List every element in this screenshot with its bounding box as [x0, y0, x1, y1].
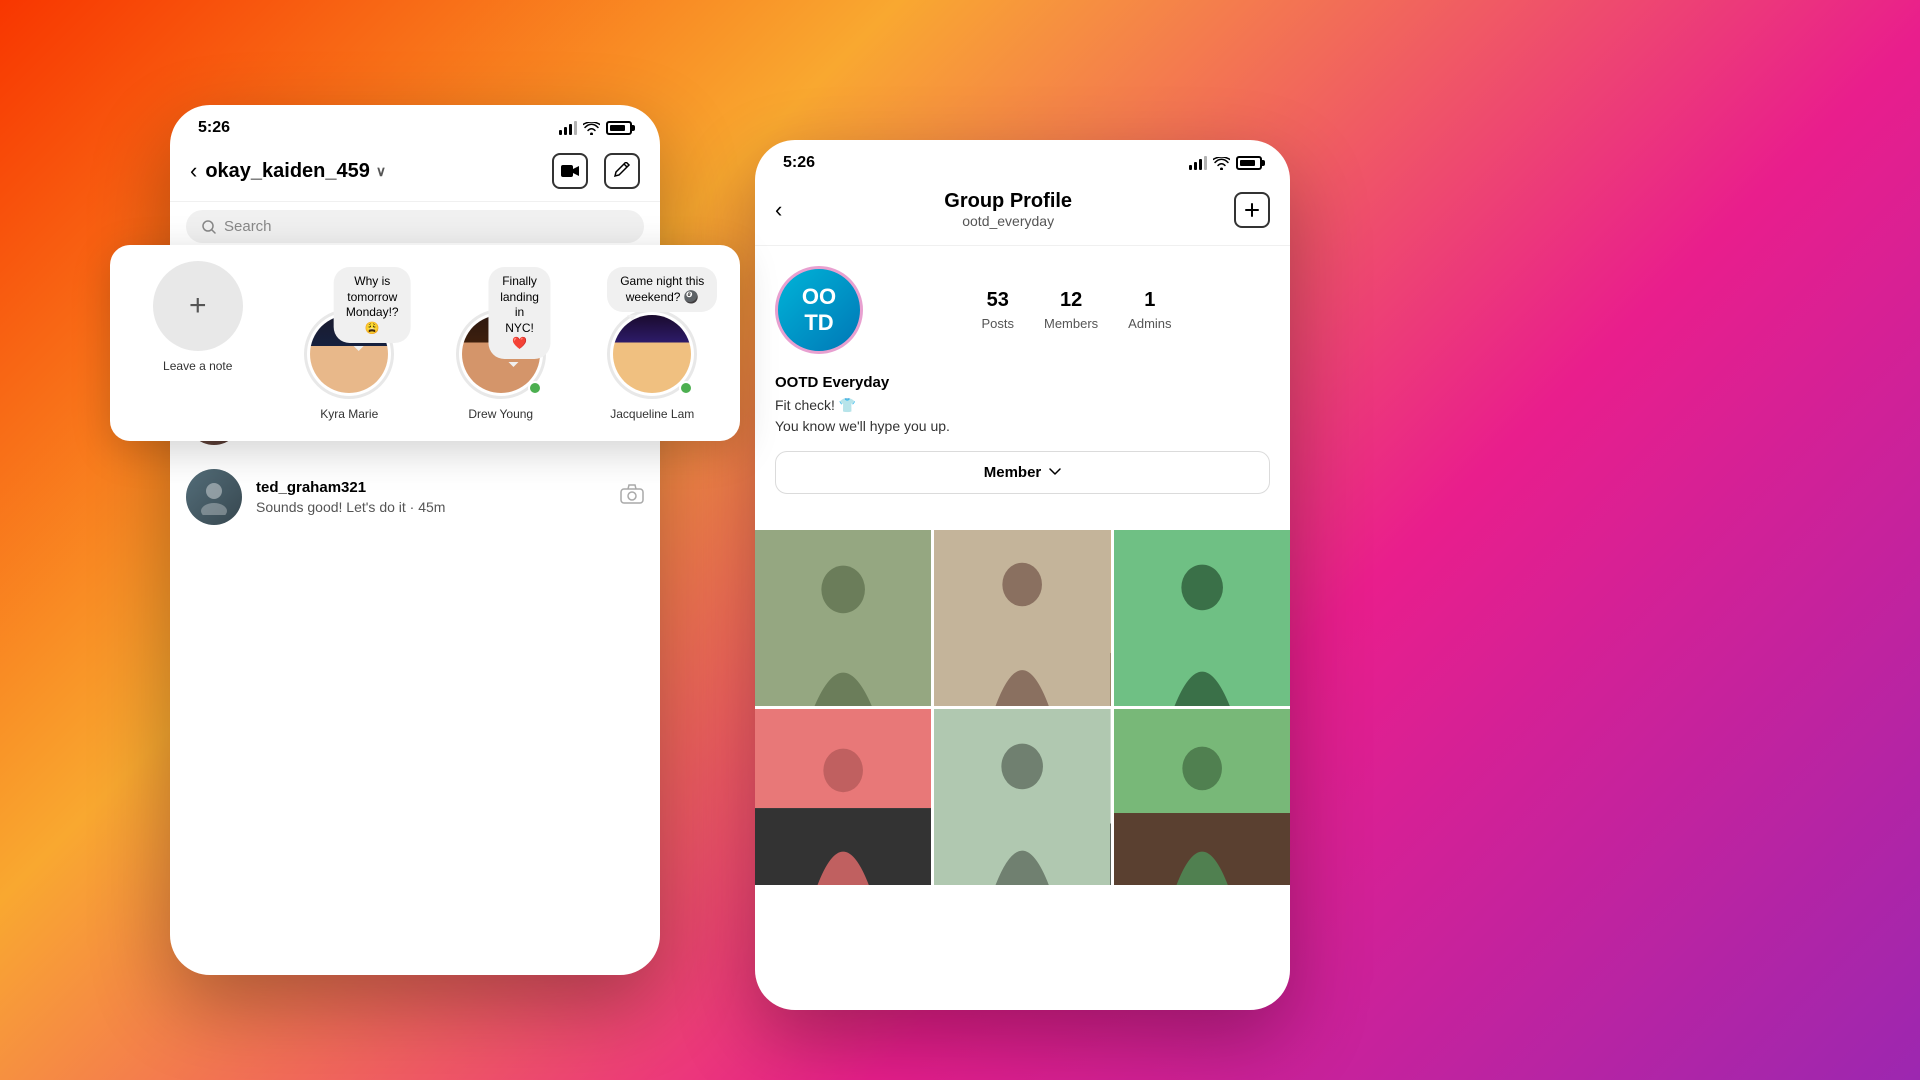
left-phone: 5:26 ‹ okay_kaiden_459 ∨ — [170, 105, 660, 975]
group-info-row: OOTD 53 Posts 12 Members 1 Admins — [775, 266, 1270, 354]
status-bar-left: 5:26 — [170, 105, 660, 145]
message-right — [620, 484, 644, 510]
photo-cell[interactable] — [1114, 709, 1290, 885]
time-left: 5:26 — [198, 119, 230, 137]
group-desc-line2: You know we'll hype you up. — [775, 416, 1270, 437]
story-item-drew[interactable]: Finally landing in NYC! ❤️ Drew Young — [431, 261, 571, 421]
kyra-note-bubble: Why is tomorrow Monday!? 😩 — [334, 267, 411, 343]
back-button-right[interactable]: ‹ — [775, 197, 782, 223]
message-preview: Sounds good! Let's do it · 45m — [256, 499, 606, 515]
battery-icon — [606, 121, 632, 135]
signal-icon — [1189, 156, 1207, 170]
admins-label: Admins — [1128, 316, 1171, 331]
right-phone: 5:26 ‹ Group Profile ootd_everyday — [755, 140, 1290, 1010]
signal-icon — [559, 121, 577, 135]
group-stats: 53 Posts 12 Members 1 Admins — [883, 289, 1270, 331]
group-profile-section: OOTD 53 Posts 12 Members 1 Admins OOTD E… — [755, 246, 1290, 530]
wifi-icon — [1213, 157, 1230, 170]
search-input[interactable]: Search — [186, 210, 644, 243]
posts-label: Posts — [981, 316, 1014, 331]
story-item-kyra[interactable]: Why is tomorrow Monday!? 😩 Kyra Marie — [280, 261, 420, 421]
group-description: OOTD Everyday Fit check! 👕 You know we'l… — [775, 372, 1270, 437]
photo-cell[interactable] — [755, 530, 931, 706]
story-label-jacqueline: Jacqueline Lam — [610, 407, 694, 421]
online-indicator — [528, 381, 542, 395]
stat-admins: 1 Admins — [1128, 289, 1171, 331]
wifi-icon — [583, 122, 600, 135]
status-bar-right: 5:26 — [755, 140, 1290, 180]
group-avatar: OOTD — [775, 266, 863, 354]
online-indicator — [679, 381, 693, 395]
status-icons-left — [559, 121, 632, 135]
video-call-button[interactable] — [552, 153, 588, 189]
stat-members: 12 Members — [1044, 289, 1098, 331]
group-header: ‹ Group Profile ootd_everyday — [755, 180, 1290, 246]
camera-icon[interactable] — [620, 484, 644, 510]
story-label-kyra: Kyra Marie — [320, 407, 378, 421]
jacqueline-avatar-wrap: Game night this weekend? 🎱 — [607, 309, 697, 399]
group-name: OOTD Everyday — [775, 372, 1270, 395]
plus-icon: + — [189, 289, 207, 323]
edit-button[interactable] — [604, 153, 640, 189]
chat-header: ‹ okay_kaiden_459 ∨ — [170, 145, 660, 202]
group-desc-line1: Fit check! 👕 — [775, 395, 1270, 416]
jacqueline-avatar-inner — [613, 315, 691, 393]
group-profile-title: Group Profile — [944, 190, 1072, 213]
time-right: 5:26 — [783, 154, 815, 172]
member-button-label: Member — [984, 464, 1042, 481]
self-avatar-wrap: + — [153, 261, 243, 351]
back-button[interactable]: ‹ — [190, 158, 197, 184]
jacqueline-note-bubble: Game night this weekend? 🎱 — [607, 267, 717, 312]
drew-avatar-wrap: Finally landing in NYC! ❤️ — [456, 309, 546, 399]
message-item[interactable]: ted_graham321 Sounds good! Let's do it ·… — [186, 457, 644, 537]
search-placeholder: Search — [224, 218, 272, 235]
stories-overlay: + Leave a note Why is tomorrow Monday!? … — [110, 245, 740, 441]
photo-grid — [755, 530, 1290, 886]
photo-cell[interactable] — [934, 530, 1110, 706]
members-label: Members — [1044, 316, 1098, 331]
kyra-avatar-wrap: Why is tomorrow Monday!? 😩 — [304, 309, 394, 399]
story-item-self[interactable]: + Leave a note — [128, 261, 268, 373]
member-button[interactable]: Member — [775, 451, 1270, 494]
header-icons — [552, 153, 640, 189]
photo-cell[interactable] — [934, 709, 1110, 885]
group-subtitle: ootd_everyday — [944, 213, 1072, 229]
chat-username[interactable]: okay_kaiden_459 ∨ — [205, 160, 386, 183]
members-count: 12 — [1060, 289, 1082, 312]
photo-cell[interactable] — [1114, 530, 1290, 706]
status-icons-right — [1189, 156, 1262, 170]
group-title-wrap: Group Profile ootd_everyday — [944, 190, 1072, 229]
message-username: ted_graham321 — [256, 479, 606, 496]
story-label-drew: Drew Young — [468, 407, 533, 421]
photo-cell[interactable] — [755, 709, 931, 885]
header-left: ‹ okay_kaiden_459 ∨ — [190, 158, 386, 184]
stories-row: + Leave a note Why is tomorrow Monday!? … — [128, 261, 722, 421]
avatar — [186, 469, 242, 525]
add-button[interactable] — [1234, 192, 1270, 228]
battery-icon — [1236, 156, 1262, 170]
admins-count: 1 — [1144, 289, 1155, 312]
add-note-circle[interactable]: + — [153, 261, 243, 351]
posts-count: 53 — [987, 289, 1009, 312]
drew-note-bubble: Finally landing in NYC! ❤️ — [488, 267, 551, 359]
story-label-self: Leave a note — [163, 359, 232, 373]
chevron-down-icon: ∨ — [376, 163, 386, 180]
story-item-jacqueline[interactable]: Game night this weekend? 🎱 Jacqueline La… — [583, 261, 723, 421]
stat-posts: 53 Posts — [981, 289, 1014, 331]
message-content: ted_graham321 Sounds good! Let's do it ·… — [256, 479, 606, 515]
